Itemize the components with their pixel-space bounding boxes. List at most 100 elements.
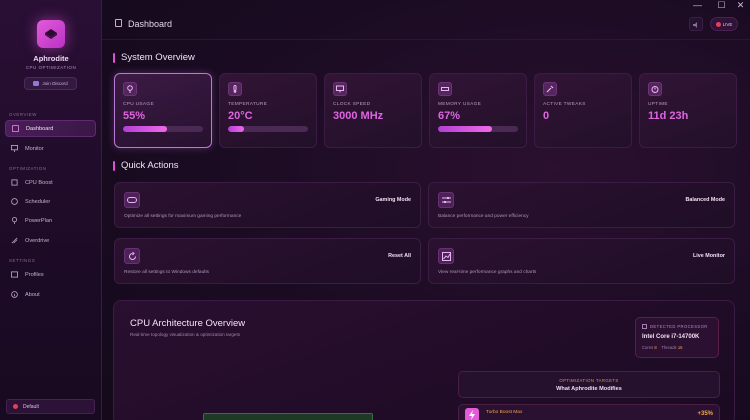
stat-progress-fill	[123, 126, 167, 132]
stat-progress-fill	[438, 126, 492, 132]
timer-icon	[648, 82, 662, 96]
sidebar-item-cpu-boost[interactable]: CPU Boost	[5, 174, 96, 191]
stat-progress-bar	[123, 126, 203, 132]
turbo-boost-row[interactable]: Turbo Boost Max +35%	[458, 404, 720, 420]
stat-card-cpu-usage[interactable]: CPU USAGE 55%	[114, 73, 212, 148]
profile-selector-label: Default	[23, 403, 39, 410]
stat-label: CLOCK SPEED	[333, 102, 371, 107]
balanced-mode-button[interactable]: Balanced Mode Balance performance and po…	[428, 182, 735, 228]
sound-icon	[693, 22, 697, 28]
main-content: — ☐ ✕ Dashboard LIVE System Overview CPU…	[102, 0, 750, 420]
nav-section-optimization: OPTIMIZATION	[9, 166, 47, 171]
sidebar-item-dashboard[interactable]: Dashboard	[5, 120, 96, 137]
live-badge[interactable]: LIVE	[710, 17, 738, 31]
discord-icon	[33, 81, 40, 86]
reset-all-button[interactable]: Reset All Restore all settings to Window…	[114, 238, 421, 284]
sidebar-item-label: CPU Boost	[25, 179, 53, 186]
quick-actions-title: Quick Actions	[121, 160, 179, 171]
info-icon	[11, 291, 18, 298]
chart-icon	[438, 248, 454, 264]
bulb-icon	[11, 217, 18, 224]
profile-selector[interactable]: Default	[6, 399, 95, 414]
quick-action-description: Restore all settings to Windows defaults	[124, 270, 210, 275]
stat-value: 20°C	[228, 110, 253, 122]
system-overview-heading: System Overview	[113, 52, 195, 63]
wrench-icon	[543, 82, 557, 96]
monitor-icon	[333, 82, 347, 96]
gaming-mode-button[interactable]: Gaming Mode Optimize all settings for ma…	[114, 182, 421, 228]
detected-processor-box: DETECTED PROCESSOR Intel Core i7-14700K …	[635, 317, 719, 358]
profile-status-dot	[13, 404, 18, 409]
chip-icon	[642, 324, 647, 329]
threads-label: Threads	[661, 345, 677, 350]
sidebar: Aphrodite CPU OPTIMIZATION Join Discord …	[0, 0, 102, 420]
rocket-icon	[11, 237, 18, 244]
stat-label: CPU USAGE	[123, 102, 154, 107]
stat-label: ACTIVE TWEAKS	[543, 102, 586, 107]
section-accent-bar	[113, 160, 115, 171]
stat-card-uptime[interactable]: UPTIME 11d 23h	[639, 73, 737, 148]
thermometer-icon	[228, 82, 242, 96]
architecture-title: CPU Architecture Overview	[130, 318, 246, 329]
sidebar-item-profiles[interactable]: Profiles	[5, 266, 96, 283]
optimization-targets-box: OPTIMIZATION TARGETS What Aphrodite Modi…	[458, 371, 720, 398]
live-monitor-button[interactable]: Live Monitor View real-time performance …	[428, 238, 735, 284]
chip-icon	[45, 29, 57, 39]
sidebar-item-label: About	[25, 291, 40, 298]
app-logo	[37, 20, 65, 48]
stat-progress-fill	[228, 126, 244, 132]
quick-actions-heading: Quick Actions	[113, 160, 179, 171]
gamepad-icon	[124, 192, 140, 208]
architecture-subtitle: Real-time topology visualization & optim…	[130, 332, 241, 337]
section-accent-bar	[113, 52, 115, 63]
sidebar-item-about[interactable]: About	[5, 286, 96, 303]
stat-card-active-tweaks[interactable]: ACTIVE TWEAKS 0	[534, 73, 632, 148]
threads-value: 16	[677, 345, 683, 350]
sound-toggle-button[interactable]	[689, 17, 703, 31]
processor-meta: Cores 8 Threads 16	[642, 345, 712, 350]
dashboard-icon	[12, 125, 19, 132]
app-window: Aphrodite CPU OPTIMIZATION Join Discord …	[0, 0, 750, 420]
cpu-icon	[11, 179, 18, 186]
app-name: Aphrodite	[33, 54, 69, 63]
stat-label: UPTIME	[648, 102, 668, 107]
stat-label: MEMORY USAGE	[438, 102, 482, 107]
profile-icon	[11, 271, 18, 278]
quick-action-description: Optimize all settings for maximum gaming…	[124, 214, 242, 219]
turbo-boost-label: Turbo Boost Max	[486, 410, 523, 415]
page-title: Dashboard	[128, 19, 173, 29]
stat-value: 11d 23h	[648, 110, 689, 122]
stat-progress-bar	[228, 126, 308, 132]
sidebar-item-monitor[interactable]: Monitor	[5, 140, 96, 157]
sliders-icon	[438, 192, 454, 208]
sidebar-item-overdrive[interactable]: Overdrive	[5, 232, 96, 249]
stat-card-memory-usage[interactable]: MEMORY USAGE 67%	[429, 73, 527, 148]
stat-value: 0	[543, 110, 550, 122]
quick-action-title: Live Monitor	[692, 253, 725, 259]
app-subtitle: CPU OPTIMIZATION	[25, 65, 77, 70]
sidebar-item-scheduler[interactable]: Scheduler	[5, 193, 96, 210]
nav-section-settings: SETTINGS	[9, 258, 36, 263]
stat-value: 55%	[123, 110, 146, 122]
quick-action-title: Gaming Mode	[375, 197, 411, 203]
system-overview-title: System Overview	[121, 52, 195, 63]
live-dot	[715, 21, 721, 27]
top-bar: Dashboard LIVE	[102, 10, 750, 40]
sidebar-item-powerplan[interactable]: PowerPlan	[5, 212, 96, 229]
quick-action-title: Balanced Mode	[685, 197, 725, 203]
stat-card-clock-speed[interactable]: CLOCK SPEED 3000 MHz	[324, 73, 422, 148]
stat-value: 3000 MHz	[333, 110, 384, 122]
quick-action-title: Reset All	[388, 253, 411, 259]
stat-progress-bar	[438, 126, 518, 132]
minimize-button[interactable]: —	[690, 0, 705, 10]
cores-label: Cores	[642, 345, 654, 350]
stat-label: TEMPERATURE	[228, 102, 268, 107]
turbo-boost-value: +35%	[697, 411, 713, 417]
sidebar-item-label: PowerPlan	[25, 217, 53, 224]
optimization-targets-label: OPTIMIZATION TARGETS	[559, 378, 619, 383]
detected-processor-label: DETECTED PROCESSOR	[642, 324, 712, 329]
optimization-targets-title: What Aphrodite Modifies	[556, 386, 622, 392]
stat-card-temperature[interactable]: TEMPERATURE 20°C	[219, 73, 317, 148]
join-discord-button[interactable]: Join Discord	[24, 77, 77, 90]
core-topology-strip	[203, 413, 373, 420]
